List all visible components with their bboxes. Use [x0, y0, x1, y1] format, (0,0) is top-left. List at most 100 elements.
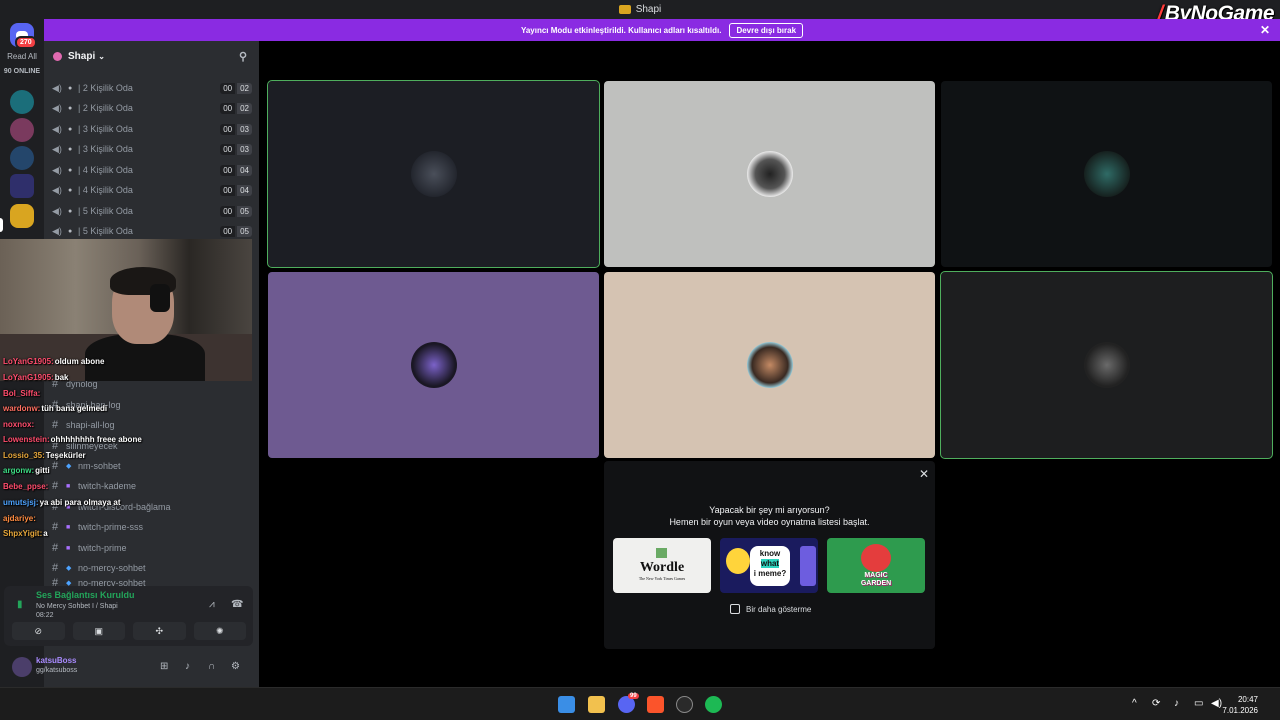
voice-channel[interactable]: ◀) ● | 3 Kişilik Oda 00 03 [52, 119, 252, 139]
chat-message: ShpxYigit:a [3, 529, 48, 538]
server-icon[interactable] [10, 118, 34, 142]
voice-status-title[interactable]: Ses Bağlantısı Kuruldu [36, 590, 135, 600]
microphone-icon[interactable]: ♪ [185, 661, 190, 672]
avatar [1083, 151, 1130, 197]
streamer-mode-banner: Yayıncı Modu etkinleştirildi. Kullanıcı … [44, 19, 1280, 41]
server-icon[interactable] [10, 174, 34, 198]
activity-know-what-i-meme[interactable]: know what i meme? [720, 538, 818, 593]
voice-channel[interactable]: ◀) ● | 4 Kişilik Oda 00 04 [52, 180, 252, 200]
text-channel[interactable]: # ■ twitch-prime-sss [52, 517, 252, 537]
close-icon[interactable]: ✕ [919, 467, 929, 481]
activities-button[interactable]: ✣ [133, 622, 186, 640]
windows-start-icon[interactable] [558, 696, 575, 713]
avatar [746, 342, 793, 388]
monitor-icon[interactable]: ▭ [1194, 698, 1203, 709]
controller-icon[interactable]: ⊞ [160, 661, 168, 672]
username[interactable]: katsuBoss [36, 656, 76, 665]
activity-magic-garden[interactable]: MAGIC GARDEN [827, 538, 925, 593]
voice-channel[interactable]: ◀) ● | 5 Kişilik Oda 00 05 [52, 201, 252, 221]
voice-channel[interactable]: ◀) ● | 3 Kişilik Oda 00 03 [52, 139, 252, 159]
selected-server-indicator [0, 218, 3, 232]
read-all-button[interactable]: Read All [0, 52, 44, 61]
system-clock[interactable]: 20:47 7.01.2026 [1222, 694, 1258, 716]
activity-suggestion-card: ✕ Yapacak bir şey mi arıyorsun? Hemen bi… [604, 461, 935, 649]
participant-tile[interactable] [940, 271, 1273, 459]
twitch-icon: ■ [66, 523, 71, 531]
screen-share-button[interactable]: ▣ [72, 622, 125, 640]
twitch-icon: ■ [66, 482, 71, 490]
close-icon[interactable]: ✕ [1260, 23, 1270, 37]
hash-icon: # [52, 419, 59, 431]
chat-message: Lossio_35:Teşekürler [3, 451, 86, 460]
voice-channel[interactable]: ◀) ● | 5 Kişilik Oda 00 05 [52, 221, 252, 241]
text-channel[interactable]: # ■ twitch-prime [52, 538, 252, 558]
headphones-icon[interactable]: ∩ [208, 661, 215, 672]
participant-tile[interactable] [267, 80, 600, 268]
checkbox-icon [730, 604, 740, 614]
participant-tile[interactable] [604, 81, 935, 267]
text-channel[interactable]: # ◆ no-mercy-sohbet [52, 558, 252, 578]
window-titlebar: Shapi [0, 0, 1280, 19]
server-icon-shapi[interactable] [10, 204, 34, 228]
participant-tile[interactable] [604, 272, 935, 458]
voice-channel[interactable]: ◀) ● | 2 Kişilik Oda 00 02 [52, 98, 252, 118]
channel-emoji-icon: ● [68, 104, 73, 112]
signal-icon: ▮ [17, 599, 23, 610]
brave-browser-icon[interactable] [647, 696, 664, 713]
headset-icon [150, 284, 170, 312]
server-header[interactable]: Shapi ⌄ ⚲ [44, 41, 259, 71]
invite-people-icon[interactable]: ⚲ [239, 50, 247, 63]
discord-badge: 99 [628, 693, 639, 699]
speaker-icon: ◀) [52, 205, 62, 216]
server-name: Shapi [68, 50, 96, 62]
text-channel[interactable]: # shapi-all-log [52, 415, 252, 435]
wordle-grid-icon [656, 548, 667, 558]
noise-suppression-icon[interactable]: ⩘ [209, 599, 215, 610]
gear-icon[interactable]: ⚙ [231, 661, 240, 672]
activities-icon: ✣ [155, 625, 164, 636]
disconnect-icon[interactable]: ☎ [231, 599, 243, 610]
activity-wordle[interactable]: Wordle The New York Times Games [613, 538, 711, 593]
speaker-icon: ◀) [52, 164, 62, 175]
voice-channel[interactable]: ◀) ● | 2 Kişilik Oda 00 02 [52, 78, 252, 98]
hash-icon: # [52, 460, 59, 472]
avatar[interactable] [12, 657, 32, 677]
participant-tile[interactable] [268, 272, 599, 458]
volume-icon[interactable]: ◀) [1211, 698, 1222, 709]
user-limit: 00 04 [220, 184, 252, 196]
obs-icon[interactable] [676, 696, 693, 713]
dont-show-again-checkbox[interactable]: Bir daha gösterme [730, 604, 811, 614]
disable-streamer-mode-button[interactable]: Devre dışı bırak [729, 22, 804, 38]
speaker-icon: ◀) [52, 82, 62, 93]
soundboard-icon: ✺ [215, 625, 224, 636]
server-icon[interactable] [10, 90, 34, 114]
voice-channel[interactable]: ◀) ● | 4 Kişilik Oda 00 04 [52, 160, 252, 180]
garden-plant-icon [861, 544, 891, 572]
speaker-icon: ◀) [52, 123, 62, 134]
server-badge-icon [53, 51, 62, 61]
sync-icon[interactable]: ⟳ [1152, 698, 1160, 709]
file-explorer-icon[interactable] [588, 696, 605, 713]
server-icon[interactable] [10, 146, 34, 170]
user-limit: 00 02 [220, 82, 252, 94]
soundboard-button[interactable]: ✺ [193, 622, 246, 640]
chat-message: noxnox: [3, 420, 35, 429]
hash-icon: # [52, 562, 59, 574]
participant-tile[interactable] [941, 81, 1272, 267]
voice-controls: ⊘ ▣ ✣ ✺ [12, 622, 246, 640]
avatar [1083, 342, 1130, 388]
avatar [410, 151, 457, 197]
spotify-icon[interactable] [705, 696, 722, 713]
user-limit: 00 04 [220, 164, 252, 176]
camera-off-button[interactable]: ⊘ [12, 622, 65, 640]
microphone-icon[interactable]: ♪ [1174, 698, 1179, 709]
chevron-up-icon[interactable]: ^ [1132, 698, 1137, 709]
avatar [746, 151, 793, 197]
text-channel[interactable]: # ■ twitch-kademe [52, 476, 252, 496]
diamond-icon: ◆ [66, 463, 72, 470]
user-panel: katsuBoss gg/katsuboss ⊞ ♪ ∩ ⚙ [4, 650, 253, 684]
chat-message: wardonw:tüh bana gelmedi [3, 404, 108, 413]
channel-emoji-icon: ● [68, 207, 73, 215]
chat-message: umutsjsj:ya abi para olmaya at [3, 498, 121, 507]
twitch-icon: ■ [66, 544, 71, 552]
